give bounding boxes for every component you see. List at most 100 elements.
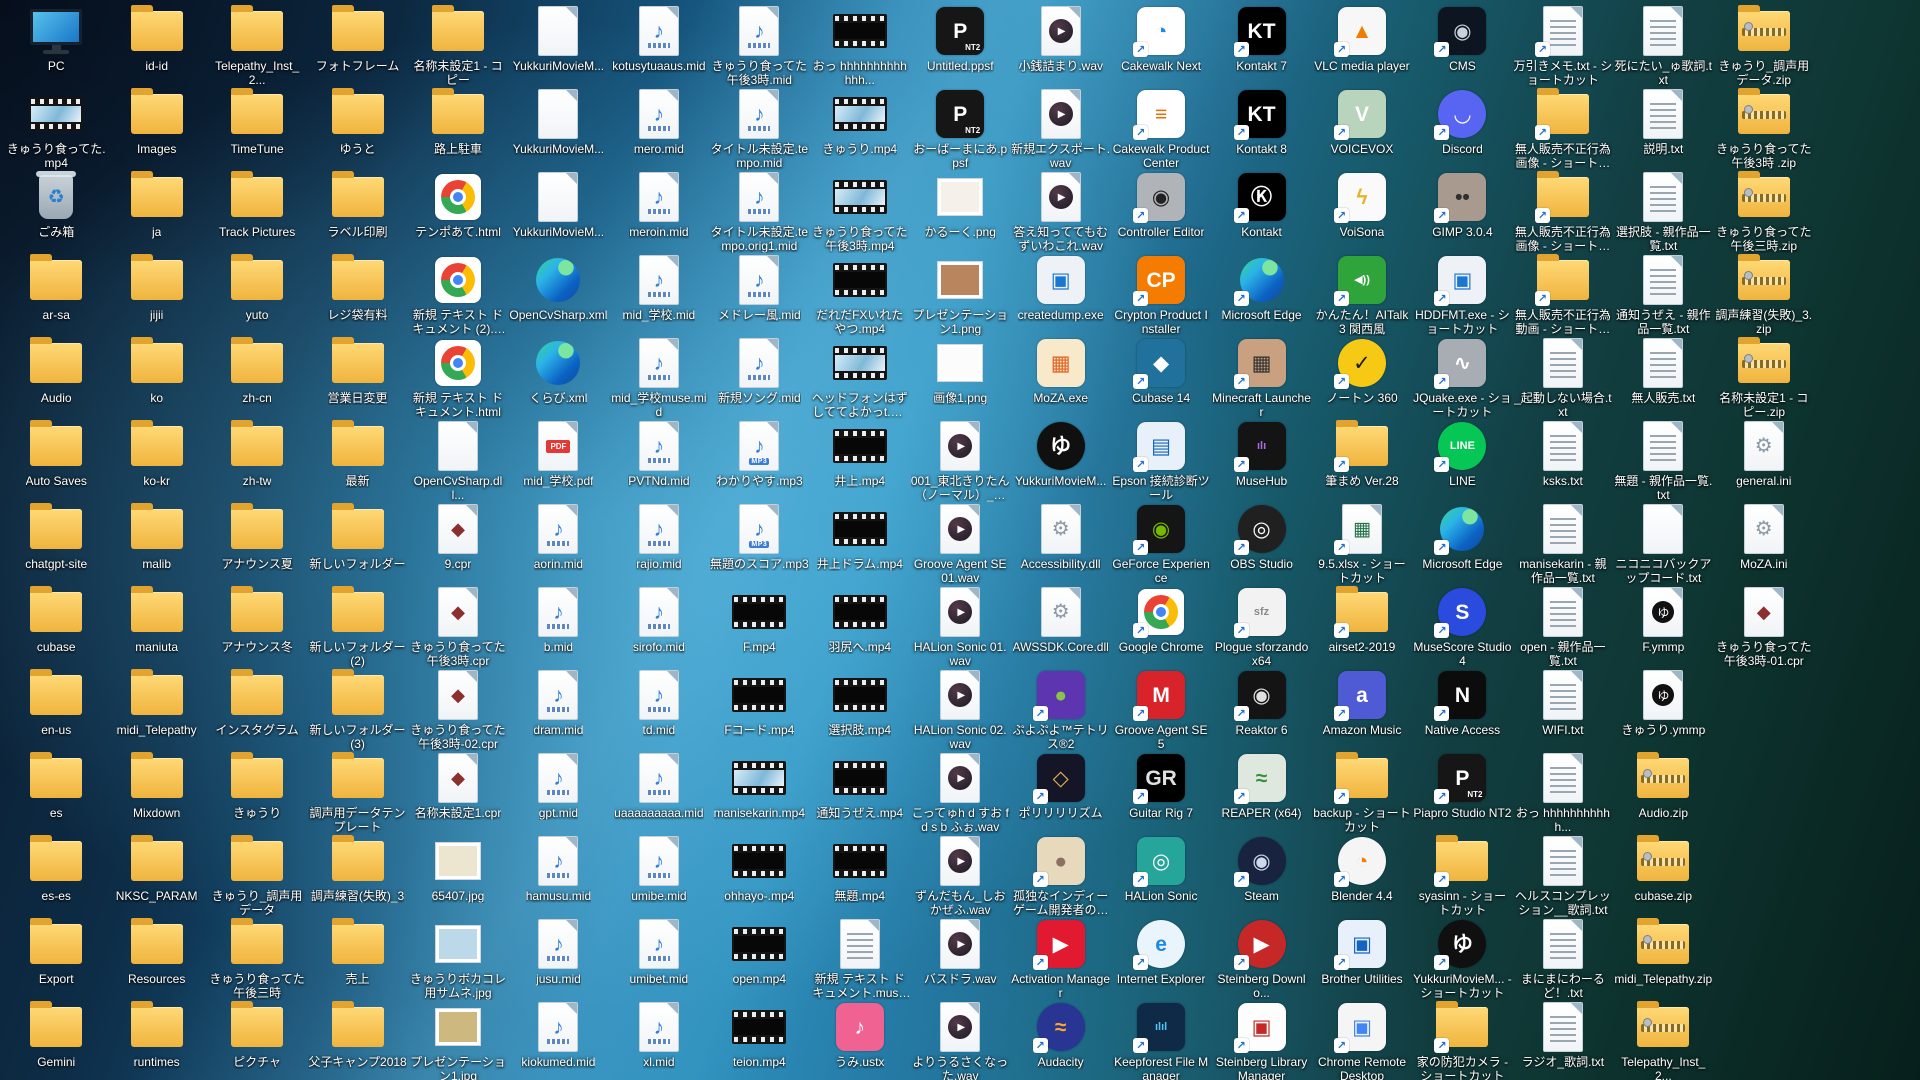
desktop-icon[interactable]: PDFmid_学校.pdf [508, 419, 608, 502]
desktop-icon[interactable]: プレゼンテーション1.png [910, 253, 1010, 336]
desktop-icon[interactable]: id-id [106, 4, 206, 87]
desktop-icon[interactable]: OpenCvSharp.xml [508, 253, 608, 336]
desktop-icon[interactable]: テンポあて.html [408, 170, 508, 253]
desktop-icon[interactable]: ▶こってゅh d すお f d s b ふぉ.wav [910, 751, 1010, 834]
desktop-icon[interactable]: 新規 テキスト ドキュメント.musicxml [810, 917, 910, 1000]
desktop-icon[interactable]: ♪タイトル未設定.tempo.orig1.mid [709, 170, 809, 253]
desktop-icon[interactable]: ▶答え知っててもむずいわこれ.wav [1010, 170, 1110, 253]
desktop-icon[interactable]: ◆名称未設定1.cpr [408, 751, 508, 834]
desktop-icon[interactable]: 新規 テキスト ドキュメント.html [408, 336, 508, 419]
desktop-icon[interactable]: ılı↗MuseHub [1211, 419, 1311, 502]
desktop-icon[interactable]: 路上駐車 [408, 87, 508, 170]
desktop-icon[interactable]: ko-kr [106, 419, 206, 502]
desktop-icon[interactable]: ↗万引きメモ.txt - ショートカット [1513, 4, 1613, 87]
desktop-icon[interactable]: ≈↗REAPER (x64) [1211, 751, 1311, 834]
desktop-icon[interactable]: ピクチャ [207, 1000, 307, 1080]
desktop-icon[interactable]: おっ hhhhhhhhhhh... [1513, 751, 1613, 834]
desktop-icon[interactable]: ◆↗Cubase 14 [1111, 336, 1211, 419]
desktop-icon[interactable]: ♪hamusu.mid [508, 834, 608, 917]
desktop-icon[interactable]: ♪mero.mid [609, 87, 709, 170]
desktop-icon[interactable]: きゅうり食ってた.mp4 [6, 87, 106, 170]
desktop-icon[interactable]: ♪gpt.mid [508, 751, 608, 834]
desktop-icon[interactable]: ♪aorin.mid [508, 502, 608, 585]
desktop-icon[interactable]: ◉↗Reaktor 6 [1211, 668, 1311, 751]
desktop-icon[interactable]: TimeTune [207, 87, 307, 170]
desktop-icon[interactable]: ♪xl.mid [609, 1000, 709, 1080]
desktop-icon[interactable]: ↗backup - ショートカット [1312, 751, 1412, 834]
desktop-icon[interactable]: GR↗Guitar Rig 7 [1111, 751, 1211, 834]
desktop-icon[interactable]: ♪td.mid [609, 668, 709, 751]
desktop-icon[interactable]: 通知うぜえ.mp4 [810, 751, 910, 834]
desktop-icon[interactable]: 選択肢.mp4 [810, 668, 910, 751]
desktop-icon[interactable]: 説明.txt [1613, 87, 1713, 170]
desktop-icon[interactable]: ♪うみ.ustx [810, 1000, 910, 1080]
desktop-icon[interactable]: ゆF.ymmp [1613, 585, 1713, 668]
desktop-icon[interactable]: ◇↗ポリリリリズム [1010, 751, 1110, 834]
desktop-icon[interactable]: ▲↗VLC media player [1312, 4, 1412, 87]
desktop-icon[interactable]: PNT2Untitled.ppsf [910, 4, 1010, 87]
desktop-icon[interactable]: ↗無人販売不正行為画像 - ショートカット [1513, 170, 1613, 253]
desktop-icon[interactable]: 調声練習(失敗)_3.zip [1714, 253, 1814, 336]
desktop-icon[interactable]: ▣createdump.exe [1010, 253, 1110, 336]
desktop-icon[interactable]: プレゼンテーション1.jpg [408, 1000, 508, 1080]
desktop-icon[interactable]: chatgpt-site [6, 502, 106, 585]
desktop-icon[interactable]: 新規 テキスト ドキュメント (2).html [408, 253, 508, 336]
desktop-icon[interactable]: open.mp4 [709, 917, 809, 1000]
desktop-icon[interactable]: おっ hhhhhhhhhhhhh... [810, 4, 910, 87]
desktop-icon[interactable]: ◉↗Steam [1211, 834, 1311, 917]
desktop-icon[interactable]: OpenCvSharp.dll... [408, 419, 508, 502]
desktop-icon[interactable]: ラジオ_歌詞.txt [1513, 1000, 1613, 1080]
desktop-icon[interactable]: ゆきゅうり.ymmp [1613, 668, 1713, 751]
desktop-icon[interactable]: midi_Telepathy.zip [1613, 917, 1713, 1000]
desktop-icon[interactable]: cubase [6, 585, 106, 668]
desktop-icon[interactable]: ▶小銭詰まり.wav [1010, 4, 1110, 87]
desktop-icon[interactable]: アナウンス冬 [207, 585, 307, 668]
desktop-icon[interactable]: ▶新規エクスポート.wav [1010, 87, 1110, 170]
desktop-icon[interactable]: Gemini [6, 1000, 106, 1080]
desktop-icon[interactable]: WIFI.txt [1513, 668, 1613, 751]
desktop-icon[interactable]: YukkuriMovieM... [508, 4, 608, 87]
desktop-icon[interactable]: 調声用データテンプレート [307, 751, 407, 834]
desktop-icon[interactable]: だれだFXいれたやつ.mp4 [810, 253, 910, 336]
desktop-icon[interactable]: ≡↗Cakewalk Product Center [1111, 87, 1211, 170]
desktop-icon[interactable]: Export [6, 917, 106, 1000]
desktop-icon[interactable]: ◔↗Blender 4.4 [1312, 834, 1412, 917]
desktop-icon[interactable]: きゅうり食ってた午後3時.mp4 [810, 170, 910, 253]
desktop-icon[interactable]: 井上.mp4 [810, 419, 910, 502]
desktop-icon[interactable]: ≈↗Audacity [1010, 1000, 1110, 1080]
desktop-icon[interactable]: ar-sa [6, 253, 106, 336]
desktop-icon[interactable]: ♪umibe.mid [609, 834, 709, 917]
desktop-icon[interactable]: F.mp4 [709, 585, 809, 668]
desktop-icon[interactable]: ▶↗Steinberg Downlo... [1211, 917, 1311, 1000]
desktop-icon[interactable]: ↗筆まめ Ver.28 [1312, 419, 1412, 502]
desktop-icon[interactable]: M↗Groove Agent SE 5 [1111, 668, 1211, 751]
desktop-icon[interactable]: ▣↗Chrome Remote Desktop [1312, 1000, 1412, 1080]
desktop-icon[interactable]: ◉↗CMS [1412, 4, 1512, 87]
desktop-icon[interactable]: ▶よりうるさくなった.wav [910, 1000, 1010, 1080]
desktop-icon[interactable]: ♪新規ソング.mid [709, 336, 809, 419]
desktop-icon[interactable]: ◔↗Cakewalk Next [1111, 4, 1211, 87]
desktop-icon[interactable]: 井上ドラム.mp4 [810, 502, 910, 585]
desktop-icon[interactable]: S↗MuseScore Studio 4 [1412, 585, 1512, 668]
desktop-icon[interactable]: YukkuriMovieM... [508, 87, 608, 170]
desktop-icon[interactable]: ゆYukkuriMovieM... [1010, 419, 1110, 502]
desktop-icon[interactable]: ↗家の防犯カメラ - ショートカット [1412, 1000, 1512, 1080]
desktop-icon[interactable]: 売上 [307, 917, 407, 1000]
desktop-icon[interactable]: 羽尻へ.mp4 [810, 585, 910, 668]
desktop-icon[interactable]: Ⓚ↗Kontakt [1211, 170, 1311, 253]
desktop-icon[interactable]: 死にたい_ゅ歌詞.txt [1613, 4, 1713, 87]
desktop-icon[interactable]: e↗Internet Explorer [1111, 917, 1211, 1000]
desktop-icon[interactable]: ▶ずんだもん_しおかぜふ.wav [910, 834, 1010, 917]
desktop-icon[interactable]: ja [106, 170, 206, 253]
desktop-icon[interactable]: ◎↗HALion Sonic [1111, 834, 1211, 917]
desktop-icon[interactable]: ϟ↗VoiSona [1312, 170, 1412, 253]
desktop-icon[interactable]: manisekarin.mp4 [709, 751, 809, 834]
desktop-icon[interactable]: きゅうり食ってた午後三時.zip [1714, 170, 1814, 253]
desktop-icon[interactable]: ラベル印刷 [307, 170, 407, 253]
desktop-icon[interactable]: ♪MP3わかりやす.mp3 [709, 419, 809, 502]
desktop-icon[interactable]: 最新 [307, 419, 407, 502]
desktop-icon[interactable]: 通知うぜえ - 親作品一覧.txt [1613, 253, 1713, 336]
desktop-icon[interactable]: ▦↗9.5.xlsx - ショートカット [1312, 502, 1412, 585]
desktop-icon[interactable]: ↗Microsoft Edge [1211, 253, 1311, 336]
desktop-icon[interactable]: PNT2おーばーまにあ.ppsf [910, 87, 1010, 170]
